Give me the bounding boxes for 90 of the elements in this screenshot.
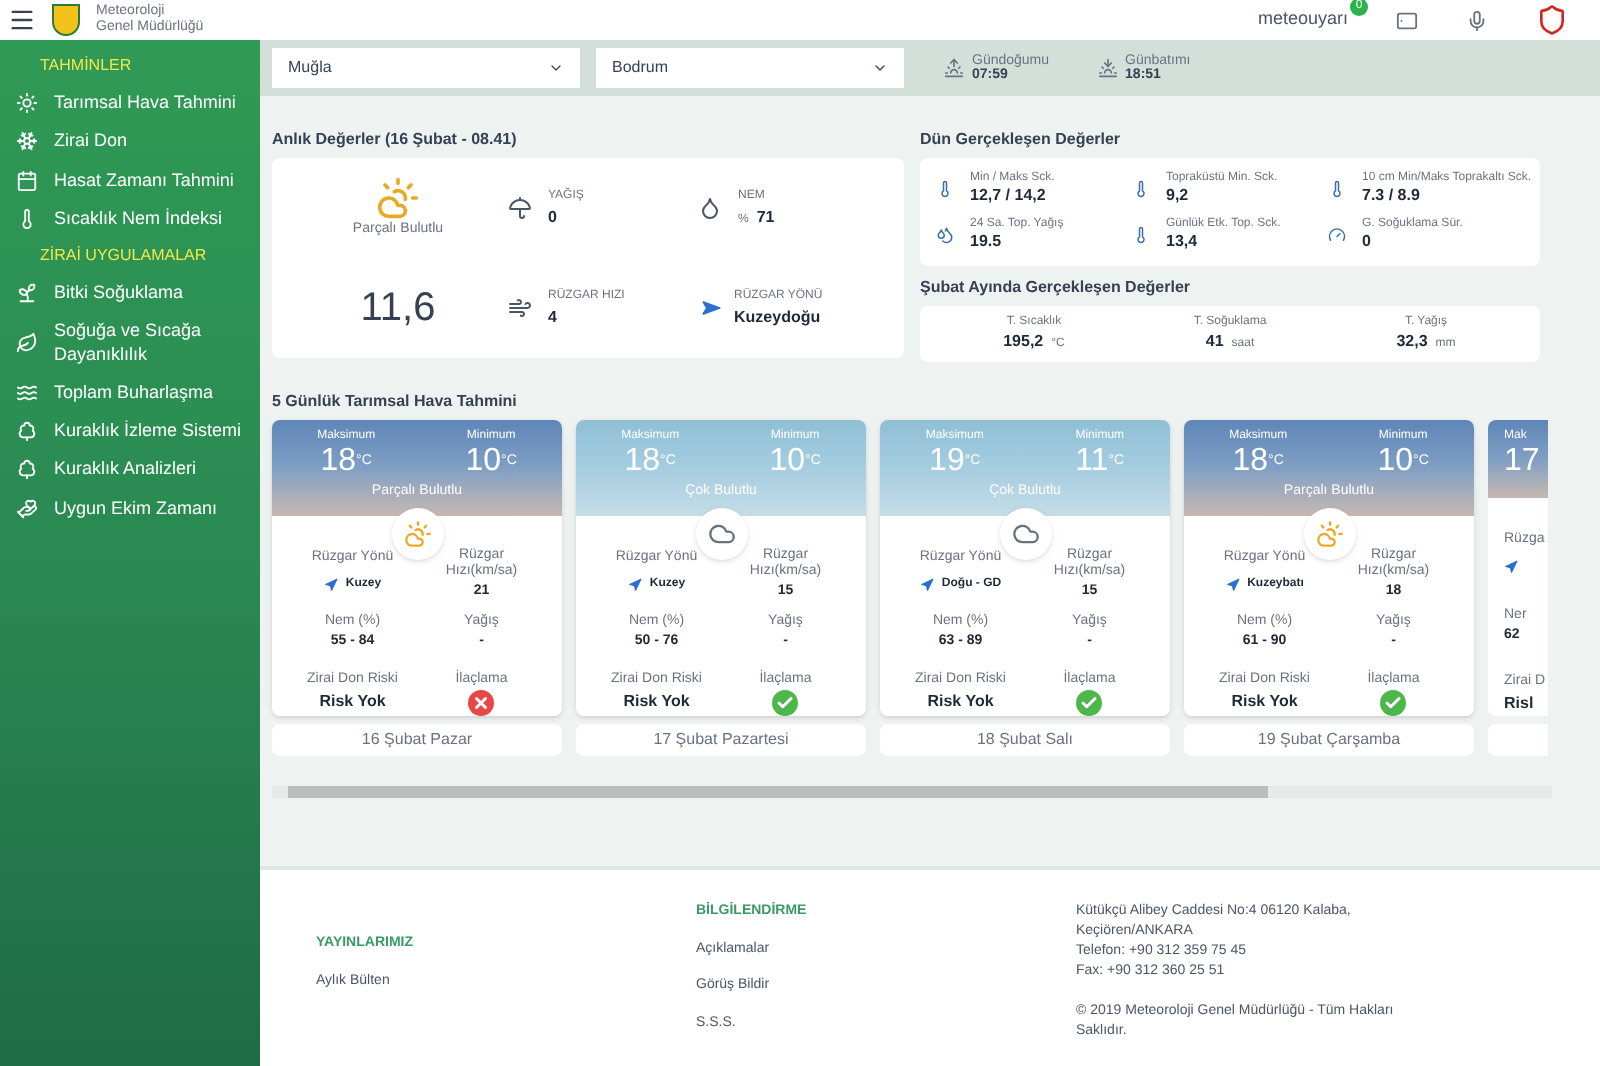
sidebar-item[interactable]: Kuraklık İzleme Sistemi [0, 412, 260, 451]
humidity-value: 71 [756, 205, 775, 229]
sidebar-item[interactable]: Soğuğa ve Sıcağa Dayanıklılık [0, 312, 260, 374]
emblem-icon [1536, 4, 1568, 36]
section-title: Dün Gerçekleşen Değerler [920, 128, 1123, 152]
brand-logo[interactable]: meteouyarı [1257, 6, 1348, 34]
section-title: Şubat Ayında Gerçekleşen Değerler [920, 276, 1193, 300]
hand-icon [16, 497, 38, 520]
min-temp: 10$^{°C}$ [465, 446, 517, 478]
tree-icon [16, 420, 38, 443]
wind-arrow-icon [919, 578, 934, 592]
sidebar-item[interactable]: Toplam Buharlaşma [0, 373, 260, 412]
rain-value: 0 [548, 205, 559, 229]
sidebar-item[interactable]: Uygun Ekim Zamanı [0, 489, 260, 528]
waves-icon [16, 381, 38, 404]
sidebar-item[interactable]: Zirai Don [0, 122, 260, 161]
frost-risk: Risk Yok [623, 690, 690, 714]
max-temp: 17 [1504, 446, 1542, 478]
province-select[interactable]: Muğla [272, 48, 580, 88]
stat-value: 19.5 [970, 232, 1004, 253]
min-temp: 10$^{°C}$ [1377, 446, 1429, 478]
sprout-icon [16, 282, 38, 305]
chevron-down-icon [548, 60, 564, 76]
forecast-date: 17 Şubat Pazartesi [576, 724, 866, 756]
horizontal-scrollbar[interactable] [272, 786, 1552, 798]
frost-risk: Risl [1504, 692, 1536, 716]
max-temp: 18$^{°C}$ [1232, 446, 1284, 478]
cloud-sun-icon [1315, 520, 1343, 548]
snowflake-icon [16, 130, 38, 153]
leaf-icon [16, 332, 38, 354]
sidebar-item[interactable]: Sıcaklık Nem İndeksi [0, 199, 260, 238]
section-title: 5 Günlük Tarımsal Hava Tahmini [272, 390, 519, 414]
cloud-sun-icon [376, 175, 420, 220]
frost-risk: Risk Yok [927, 690, 994, 714]
max-temp: 19$^{°C}$ [929, 446, 981, 478]
stat-value: 195,2 [1003, 331, 1044, 351]
sidebar-item[interactable]: Tarımsal Hava Tahmini [0, 84, 260, 123]
scrollbar-thumb[interactable] [288, 786, 1268, 798]
frost-risk: Risk Yok [1231, 690, 1298, 714]
min-temp: 10$^{°C}$ [769, 446, 821, 478]
logo-emblem [52, 4, 80, 36]
temperature-value: 11,6 [360, 284, 436, 334]
sun-icon [16, 92, 38, 115]
wind-icon [508, 296, 532, 320]
stat-value: 12,7 / 14,2 [970, 186, 1048, 207]
chevron-down-icon [872, 60, 888, 76]
stat-value: 7.3 / 8.9 [1362, 186, 1422, 207]
thermometer-icon [1132, 226, 1150, 244]
tablet-icon[interactable] [1396, 9, 1418, 31]
forecast-date: 16 Şubat Pazar [272, 724, 562, 756]
sidebar-section-title: ZİRAİ UYGULAMALAR [38, 244, 209, 268]
section-title: Anlık Değerler (16 Şubat - 08.41) [272, 128, 519, 152]
calendar-icon [16, 169, 38, 192]
stat-value: 32,3 [1396, 331, 1428, 351]
wind-arrow-icon [1225, 578, 1240, 592]
sunset-icon [1097, 58, 1118, 78]
cloud-icon [707, 520, 735, 548]
max-temp: 18$^{°C}$ [320, 446, 372, 478]
stat-value: 13,4 [1166, 232, 1200, 253]
sidebar-item[interactable]: Kuraklık Analizleri [0, 450, 260, 489]
sidebar-item[interactable]: Hasat Zamanı Tahmini [0, 161, 260, 200]
thermometer-icon [1328, 180, 1346, 198]
wind-arrow-icon [627, 578, 642, 592]
min-temp: 11$^{°C}$ [1075, 446, 1125, 478]
stat-value: 9,2 [1166, 186, 1191, 207]
stat-value: 0 [1362, 232, 1373, 253]
gauge-icon [1328, 226, 1346, 244]
wind-speed: 4 [548, 305, 559, 329]
thermometer-icon [936, 180, 954, 198]
wind-direction: Kuzeydoğu [734, 305, 823, 329]
frost-risk: Risk Yok [319, 690, 386, 714]
sunrise-icon [944, 58, 964, 78]
max-temp: 18$^{°C}$ [624, 446, 676, 478]
cloud-sun-icon [403, 520, 431, 548]
umbrella-icon [508, 196, 532, 220]
sidebar-section-title: TAHMİNLER [38, 54, 134, 78]
microphone-icon[interactable] [1466, 9, 1488, 31]
menu-icon[interactable] [8, 6, 36, 34]
district-select[interactable]: Bodrum [596, 48, 904, 88]
droplets-icon [936, 226, 954, 244]
forecast-date: 19 Şubat Çarşamba [1184, 724, 1474, 756]
cloud-icon [1011, 520, 1039, 548]
forecast-date: 18 Şubat Salı [880, 724, 1170, 756]
droplet-icon [698, 196, 722, 220]
tree-icon [16, 458, 38, 481]
thermometer-icon [1132, 180, 1150, 198]
wind-arrow-icon [323, 578, 338, 592]
wind-arrow-icon [1504, 559, 1518, 573]
stat-value: 41 [1205, 331, 1224, 351]
sidebar-item[interactable]: Bitki Soğuklama [0, 274, 260, 313]
